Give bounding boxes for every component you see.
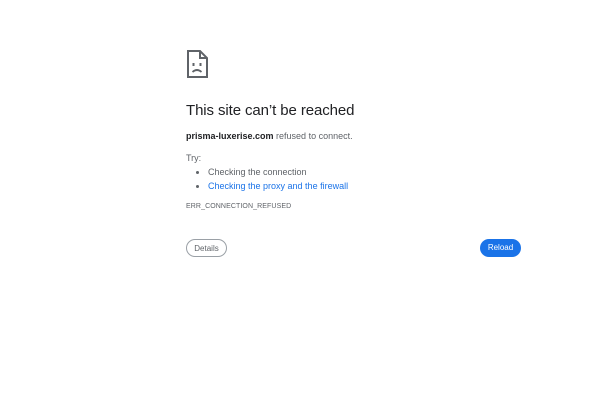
refused-message: prisma-luxerise.com refused to connect. xyxy=(186,131,522,141)
suggestion-proxy-firewall-link[interactable]: Checking the proxy and the firewall xyxy=(208,181,348,191)
error-content: This site can’t be reached prisma-luxeri… xyxy=(186,50,522,257)
error-code: ERR_CONNECTION_REFUSED xyxy=(186,203,292,210)
suggestion-item: Checking the proxy and the firewall xyxy=(208,181,522,191)
refused-text: refused to connect. xyxy=(273,131,353,141)
suggestion-check-connection: Checking the connection xyxy=(208,167,307,177)
button-row: Details Reload xyxy=(186,239,522,257)
suggestion-list: Checking the connection Checking the pro… xyxy=(186,167,522,191)
reload-button[interactable]: Reload xyxy=(480,239,521,257)
details-button[interactable]: Details xyxy=(186,239,227,257)
host-name: prisma-luxerise.com xyxy=(186,131,274,141)
error-page: This site can’t be reached prisma-luxeri… xyxy=(0,0,600,400)
try-label: Try: xyxy=(186,153,202,163)
sad-page-icon xyxy=(186,50,522,78)
page-title: This site can’t be reached xyxy=(186,102,355,119)
suggestion-item: Checking the connection xyxy=(208,167,522,177)
